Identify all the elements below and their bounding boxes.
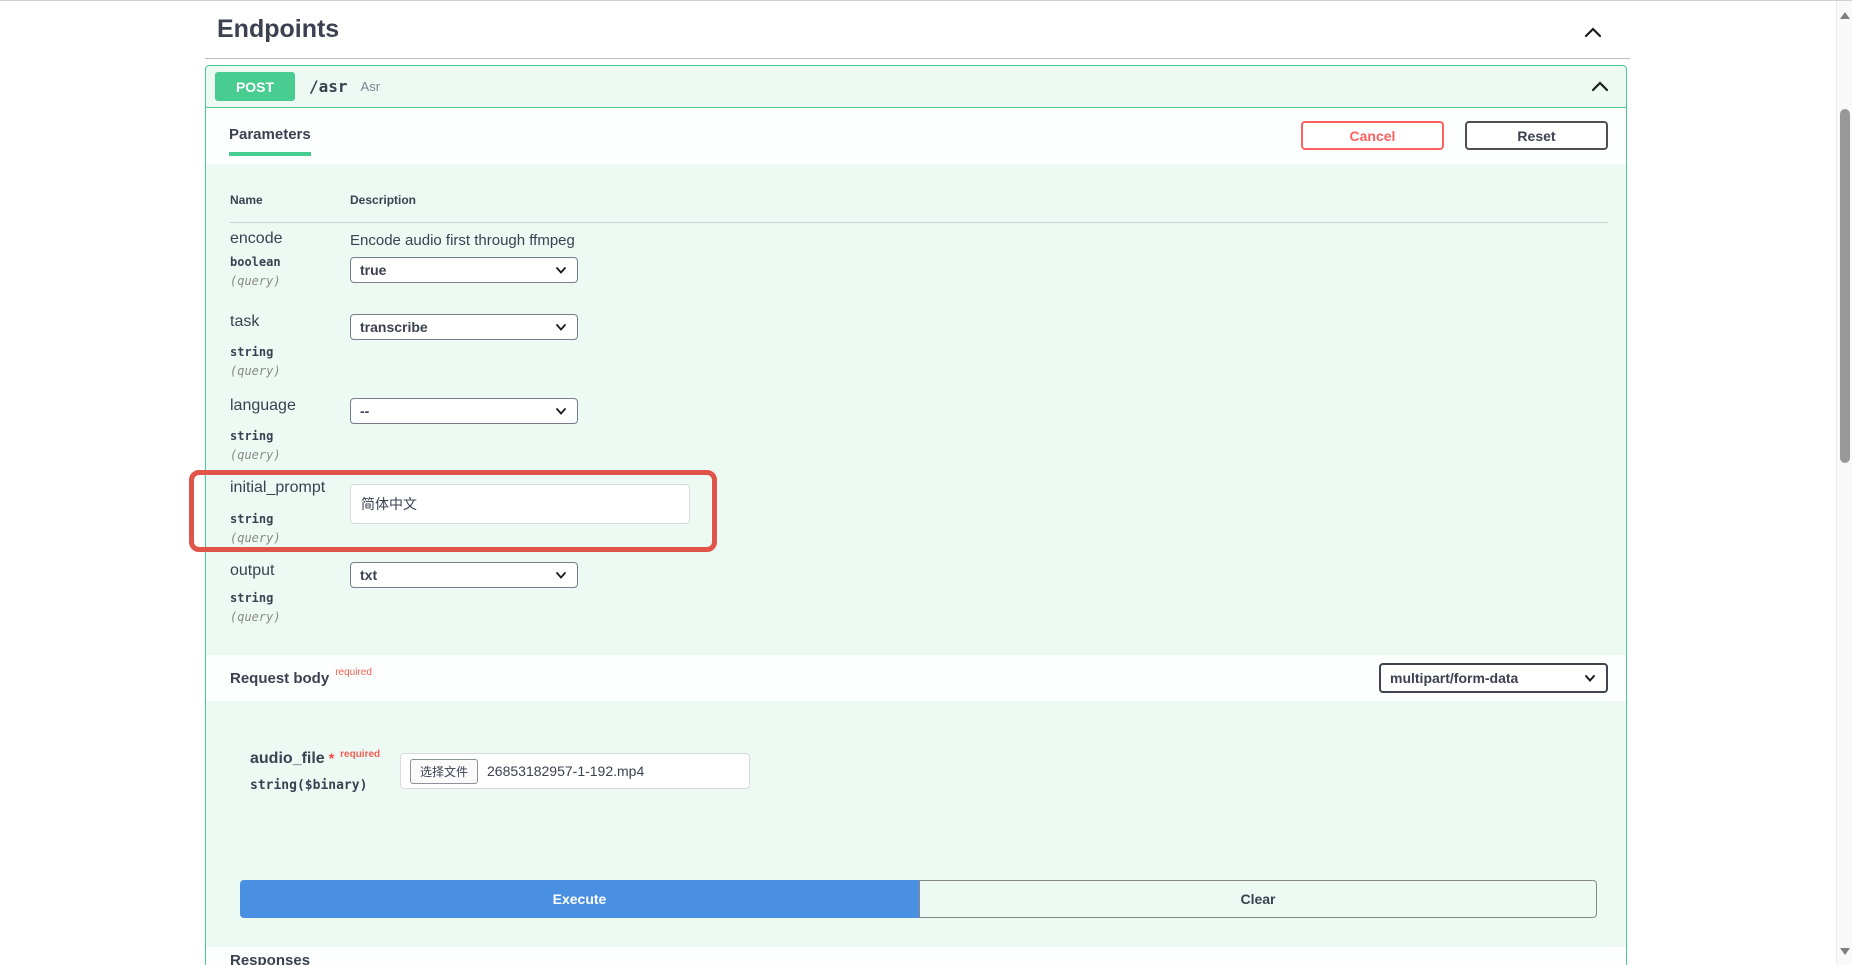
param-in: (query) — [230, 364, 281, 378]
param-name: encode — [230, 230, 283, 248]
param-in: (query) — [230, 610, 281, 624]
param-name: output — [230, 562, 274, 580]
param-name: task — [230, 313, 259, 331]
output-select[interactable]: txt — [350, 562, 578, 588]
clear-button[interactable]: Clear — [919, 880, 1597, 918]
endpoints-collapse-button[interactable] — [1578, 21, 1608, 47]
param-in: (query) — [230, 448, 281, 462]
swagger-ui-page: Endpoints POST /asr Asr Parameters Cance… — [0, 0, 1852, 965]
chevron-up-icon — [1589, 84, 1611, 99]
chevron-down-icon — [554, 263, 568, 277]
initial-prompt-input[interactable] — [350, 484, 690, 524]
scrollbar[interactable] — [1836, 1, 1852, 965]
opblock-summary[interactable]: POST /asr Asr — [206, 66, 1626, 108]
scroll-down-arrow-icon[interactable] — [1840, 948, 1850, 955]
reset-button[interactable]: Reset — [1465, 121, 1608, 150]
request-body-required-badge: required — [335, 667, 372, 678]
page-title: Endpoints — [217, 15, 339, 44]
opblock-collapse-button[interactable] — [1587, 78, 1613, 98]
scroll-up-arrow-icon[interactable] — [1840, 12, 1850, 19]
parameters-header: Parameters Cancel Reset — [206, 108, 1626, 164]
endpoint-path: /asr — [309, 77, 348, 96]
task-select[interactable]: transcribe — [350, 314, 578, 340]
file-name: 26853182957-1-192.mp4 — [487, 763, 644, 779]
param-type: string — [230, 512, 273, 526]
cancel-button[interactable]: Cancel — [1301, 121, 1444, 150]
param-in: (query) — [230, 531, 281, 545]
content-type-value: multipart/form-data — [1390, 670, 1518, 686]
column-header-name: Name — [230, 193, 263, 207]
chevron-up-icon — [1581, 32, 1605, 47]
request-body-header: Request body required multipart/form-dat… — [206, 655, 1626, 701]
file-input[interactable]: 选择文件 26853182957-1-192.mp4 — [400, 753, 750, 789]
param-name: initial_prompt — [230, 479, 325, 497]
param-type: boolean — [230, 255, 281, 269]
method-badge: POST — [215, 72, 295, 101]
required-star: * — [329, 750, 334, 766]
table-header-divider — [230, 222, 1608, 223]
endpoint-summary: Asr — [361, 79, 381, 94]
encode-select-value: true — [360, 262, 386, 278]
field-type: string($binary) — [250, 778, 367, 793]
param-description: Encode audio first through ffmpeg — [350, 232, 575, 249]
content-type-select[interactable]: multipart/form-data — [1379, 663, 1608, 693]
responses-header: Responses — [206, 947, 1626, 965]
column-header-description: Description — [350, 193, 416, 207]
param-type: string — [230, 345, 273, 359]
param-type: string — [230, 429, 273, 443]
param-type: string — [230, 591, 273, 605]
param-in: (query) — [230, 274, 281, 288]
scrollbar-thumb[interactable] — [1840, 109, 1850, 463]
chevron-down-icon — [554, 404, 568, 418]
field-required-badge: required — [340, 749, 380, 760]
opblock-post-asr: POST /asr Asr Parameters Cancel Reset Na… — [205, 65, 1627, 965]
chevron-down-icon — [1583, 671, 1597, 685]
field-name: audio_file* required — [250, 750, 380, 768]
choose-file-button[interactable]: 选择文件 — [410, 759, 478, 784]
chevron-down-icon — [554, 320, 568, 334]
language-select-value: -- — [360, 403, 369, 419]
language-select[interactable]: -- — [350, 398, 578, 424]
field-name-text: audio_file — [250, 750, 325, 767]
request-body-title: Request body — [230, 670, 329, 687]
encode-select[interactable]: true — [350, 257, 578, 283]
output-select-value: txt — [360, 567, 377, 583]
tab-parameters[interactable]: Parameters — [229, 126, 311, 156]
section-divider — [205, 58, 1630, 59]
responses-title: Responses — [230, 952, 310, 965]
execute-button[interactable]: Execute — [240, 880, 919, 918]
chevron-down-icon — [554, 568, 568, 582]
param-name: language — [230, 397, 296, 415]
task-select-value: transcribe — [360, 319, 428, 335]
